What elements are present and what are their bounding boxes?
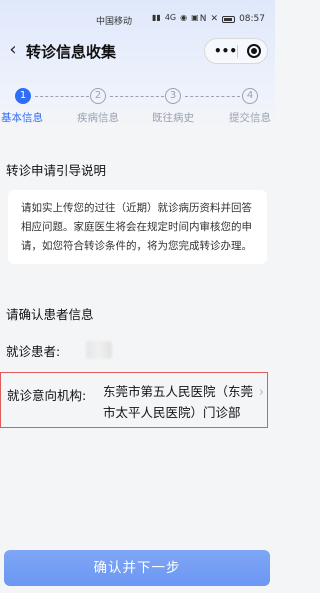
patient-label: 就诊患者: — [6, 344, 61, 359]
institution-value: 东莞市第五人民医院（东莞市太平人民医院）门诊部 — [103, 384, 254, 420]
nfc-icon: N — [199, 14, 207, 24]
nav-bar: ‹ 转诊信息收集 ••• — [0, 34, 275, 68]
miniapp-capsule: ••• — [204, 38, 268, 64]
guide-text: 请如实上传您的过往（近期）就诊病历资料并回答相应问题。家庭医生将会在规定时间内审… — [21, 202, 252, 252]
clock: 08:57 — [239, 14, 265, 24]
signal-icon: ▮▮ — [152, 13, 161, 22]
step-1-circle: 1 — [15, 88, 31, 104]
step-connector — [110, 96, 164, 97]
institution-label: 就诊意向机构: — [7, 388, 87, 403]
patient-name-redacted — [86, 341, 112, 359]
battery-icon — [222, 15, 236, 23]
step-connector — [35, 96, 89, 97]
notification-icon: ◉ — [180, 13, 188, 22]
mute-icon: ✕ — [210, 14, 219, 24]
step-connector — [185, 96, 240, 97]
status-icons: ▮▮ 4G ◉ ▣ · — [152, 13, 205, 22]
page-title: 转诊信息收集 — [26, 43, 117, 61]
close-miniapp-icon[interactable] — [247, 44, 261, 58]
confirm-info-title: 请确认患者信息 — [6, 307, 94, 322]
step-2-label: 疾病信息 — [77, 112, 119, 124]
step-3-label: 既往病史 — [152, 112, 194, 124]
guide-title: 转诊申请引导说明 — [6, 163, 107, 178]
step-2-circle: 2 — [90, 88, 106, 104]
message-icon: ▣ — [191, 13, 199, 22]
stepper: 1 2 3 4 基本信息 疾病信息 既往病史 提交信息 — [0, 86, 275, 126]
more-icon[interactable]: ••• — [214, 43, 237, 59]
confirm-next-button[interactable]: 确认并下一步 — [4, 550, 270, 586]
guide-card: 请如实上传您的过往（近期）就诊病历资料并回答相应问题。家庭医生将会在规定时间内审… — [8, 190, 267, 264]
chevron-right-icon: › — [258, 385, 264, 400]
network-type: 4G — [164, 13, 177, 22]
status-bar: 中国移动 ▮▮ 4G ◉ ▣ · N ✕ 08:57 — [0, 0, 275, 34]
back-icon[interactable]: ‹ — [3, 39, 23, 61]
step-3-circle: 3 — [165, 88, 181, 104]
capsule-divider — [237, 45, 238, 58]
status-right: N ✕ 08:57 — [200, 14, 265, 24]
step-4-circle: 4 — [242, 88, 258, 104]
step-4-label: 提交信息 — [229, 112, 271, 124]
step-1-label: 基本信息 — [1, 112, 43, 124]
carrier-label: 中国移动 — [96, 17, 133, 27]
institution-row[interactable]: 就诊意向机构: 东莞市第五人民医院（东莞市太平人民医院）门诊部 › — [0, 372, 268, 428]
